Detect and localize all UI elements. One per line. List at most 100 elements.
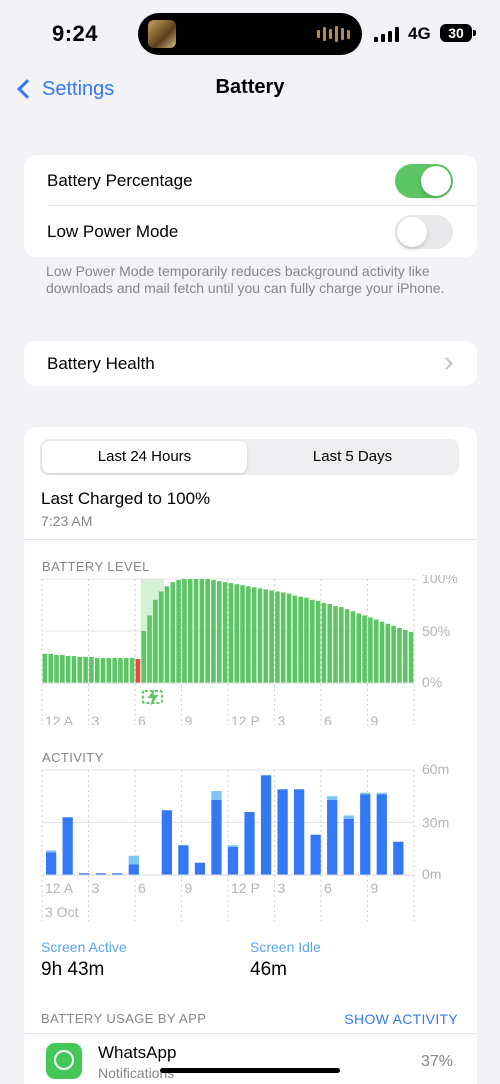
battery-bar (397, 627, 402, 683)
y-tick-label: 0m (422, 866, 441, 882)
battery-usage-by-app-label: BATTERY USAGE BY APP (41, 1011, 207, 1026)
battery-bar (94, 658, 100, 683)
battery-bar (246, 586, 251, 683)
screen-active-value: 9h 43m (41, 959, 105, 980)
home-indicator[interactable] (160, 1068, 340, 1073)
battery-bar (205, 579, 210, 683)
screen-active-bar (62, 817, 73, 875)
x-tick-label: 6 (324, 880, 332, 896)
battery-bar (216, 581, 222, 683)
chevron-right-icon (440, 357, 453, 370)
activity-label: ACTIVITY (42, 750, 104, 765)
x-tick-label: 3 (92, 713, 100, 725)
low-power-mode-label: Low Power Mode (47, 221, 179, 241)
battery-bar (240, 585, 245, 683)
low-power-footnote: Low Power Mode temporarily reduces backg… (46, 263, 445, 296)
screen-active-bar (128, 864, 139, 875)
battery-bar (54, 654, 59, 683)
battery-bar (356, 613, 362, 683)
whatsapp-icon (46, 1043, 82, 1079)
x-tick-label: 3 (92, 880, 100, 896)
x-tick-label: 3 (278, 713, 286, 725)
segment-last-5-days[interactable]: Last 5 Days (250, 441, 455, 473)
battery-bar (129, 658, 135, 683)
time-range-segmented-control: Last 24 Hours Last 5 Days (40, 439, 459, 475)
x-tick-label: 6 (138, 713, 146, 725)
battery-bar (118, 658, 123, 683)
screen-active-bar (260, 775, 272, 875)
battery-bar (65, 655, 71, 683)
battery-health-cell: Battery Health (24, 341, 477, 386)
battery-bar (373, 619, 379, 683)
last-charged-time: 7:23 AM (41, 513, 93, 529)
screen-idle-bar (327, 796, 338, 800)
status-time: 9:24 (52, 21, 99, 46)
screen-idle-bar (360, 792, 371, 795)
battery-percentage-label: Battery Percentage (47, 170, 193, 190)
battery-bar (350, 611, 356, 683)
dynamic-island[interactable] (138, 13, 362, 55)
battery-bar (257, 588, 263, 683)
show-activity-button[interactable]: SHOW ACTIVITY (344, 1011, 458, 1027)
battery-bar (83, 657, 88, 683)
divider (24, 1033, 477, 1034)
low-power-mode-toggle[interactable] (395, 215, 453, 249)
screen-active-bar (343, 819, 354, 875)
segment-last-24-hours[interactable]: Last 24 Hours (42, 441, 247, 473)
x-tick-label: 12 A (45, 713, 74, 725)
battery-bar (135, 659, 141, 683)
battery-bar (362, 615, 367, 683)
x-tick-label: 3 (278, 880, 286, 896)
screen-active-bar (161, 810, 172, 875)
battery-bar (379, 621, 385, 683)
toggle-knob (397, 217, 427, 247)
x-tick-label: 9 (371, 713, 379, 725)
x-tick-label: 12 P (231, 713, 260, 725)
battery-bar (327, 603, 333, 683)
battery-bar (234, 584, 240, 683)
battery-bar (321, 602, 327, 683)
x-tick-label: 6 (324, 713, 332, 725)
battery-bar (385, 623, 391, 683)
screen-idle-label: Screen Idle (250, 939, 321, 955)
battery-bar (176, 580, 181, 683)
low-power-mode-row: Low Power Mode (24, 206, 477, 257)
battery-percentage-toggle[interactable] (395, 164, 453, 198)
network-type: 4G (408, 24, 431, 43)
battery-bar (402, 629, 408, 683)
battery-bar (60, 654, 65, 683)
y-tick-label: 30m (422, 815, 449, 831)
battery-bar (147, 615, 152, 683)
battery-bar (123, 658, 129, 683)
x-tick-label: 9 (185, 880, 193, 896)
battery-level-chart: 100% 50% 0% 12 A 3 6 9 12 P 3 6 9 (41, 575, 458, 725)
app-name: WhatsApp (98, 1043, 177, 1062)
y-tick-label: 100% (422, 575, 458, 586)
screen-active-bar (194, 862, 206, 875)
battery-health-row[interactable]: Battery Health (24, 341, 477, 386)
screen-active-bar (327, 799, 338, 875)
screen-active-bar (227, 847, 239, 875)
battery-bar (408, 632, 414, 683)
battery-bar (275, 591, 280, 683)
screen-active-bar (277, 789, 288, 875)
battery-health-label: Battery Health (47, 353, 155, 373)
battery-bar (153, 599, 158, 683)
battery-bar (182, 579, 187, 683)
battery-bar (263, 589, 269, 683)
battery-bar (315, 600, 321, 683)
battery-bar (100, 658, 106, 683)
battery-bar (304, 597, 309, 683)
x-date-label: 3 Oct (45, 904, 79, 920)
battery-bar (280, 592, 286, 683)
battery-bar (368, 617, 373, 683)
battery-bar (187, 579, 193, 683)
battery-bar (298, 596, 303, 683)
battery-bar (141, 631, 147, 683)
screen-idle-bar (343, 815, 354, 819)
now-playing-artwork (148, 20, 176, 48)
battery-bar (211, 580, 216, 683)
app-usage-percent: 37% (420, 1053, 453, 1070)
x-tick-label: 6 (138, 880, 146, 896)
battery-bar (292, 595, 298, 683)
